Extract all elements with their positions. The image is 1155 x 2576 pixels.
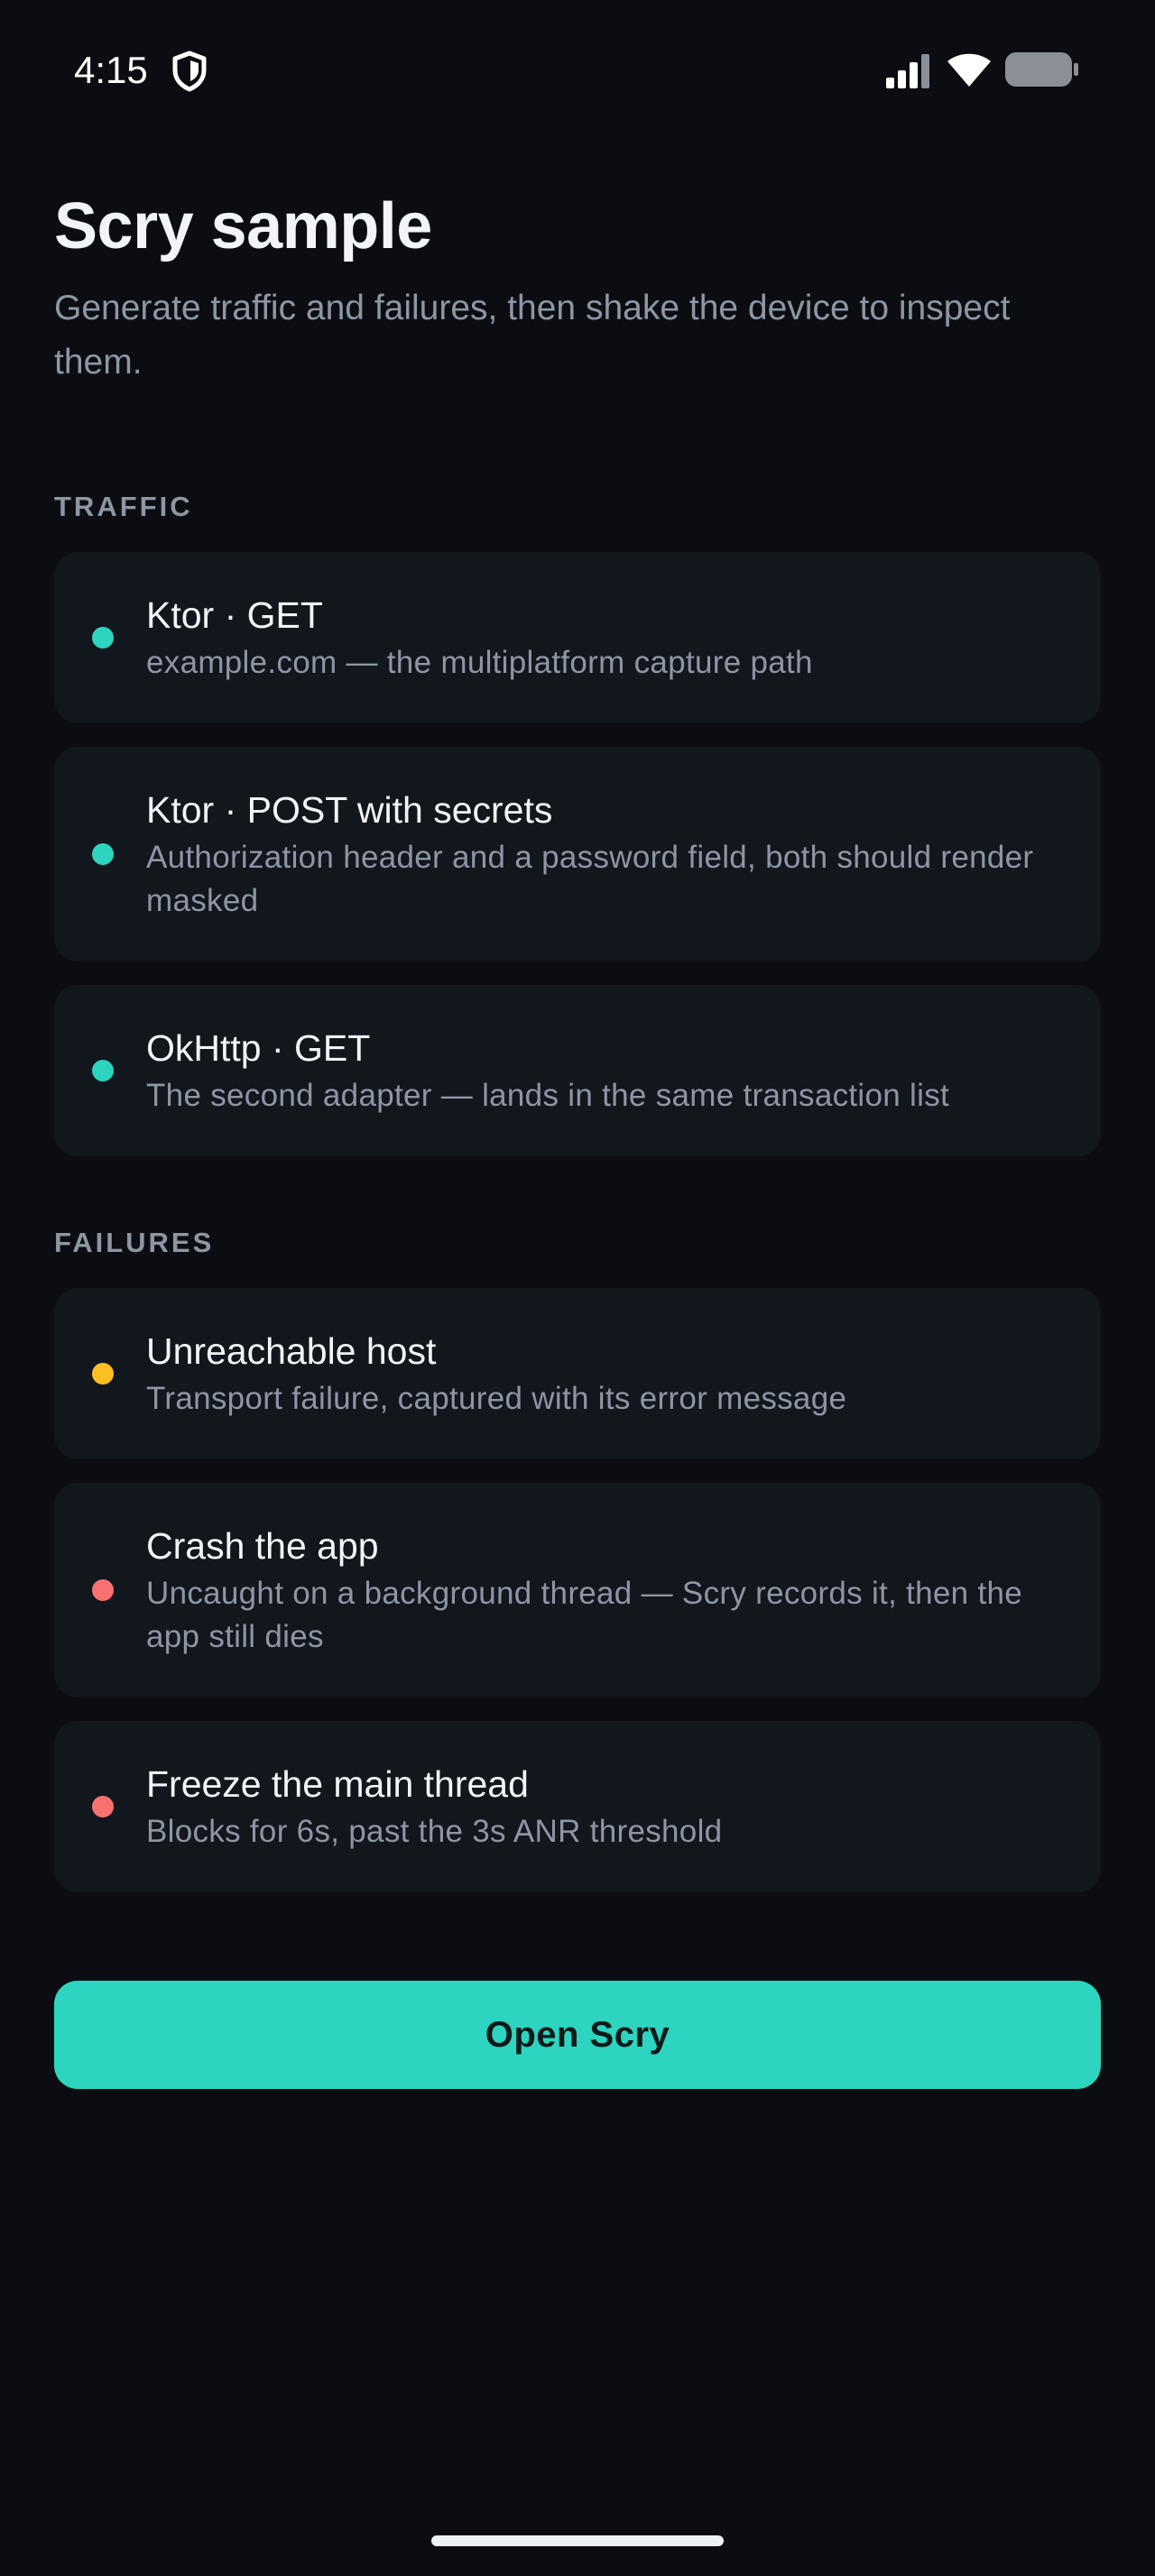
status-dot	[92, 627, 114, 649]
wifi-icon	[946, 51, 993, 88]
card-title: Freeze the main thread	[146, 1763, 529, 1805]
card-body: Freeze the main thread Blocks for 6s, pa…	[146, 1760, 1047, 1854]
card-body: Crash the app Uncaught on a background t…	[146, 1522, 1047, 1659]
card-title: Ktor · POST with secrets	[146, 789, 553, 831]
page-subtitle: Generate traffic and failures, then shak…	[54, 289, 1011, 382]
failure-crash-app-card[interactable]: Crash the app Uncaught on a background t…	[54, 1483, 1101, 1697]
card-description: example.com — the multiplatform capture …	[146, 645, 813, 680]
card-title: Crash the app	[146, 1525, 379, 1567]
card-body: Ktor · GET example.com — the multiplatfo…	[146, 591, 1047, 685]
status-dot	[92, 1363, 114, 1385]
status-dot	[92, 843, 114, 865]
card-description: Uncaught on a background thread — Scry r…	[146, 1576, 1023, 1654]
failure-freeze-main-thread-card[interactable]: Freeze the main thread Blocks for 6s, pa…	[54, 1721, 1101, 1892]
card-description: Transport failure, captured with its err…	[146, 1381, 847, 1416]
home-indicator[interactable]	[431, 2535, 724, 2546]
status-dot	[92, 1796, 114, 1817]
failure-unreachable-host-card[interactable]: Unreachable host Transport failure, capt…	[54, 1288, 1101, 1459]
page-title: Scry sample	[54, 190, 432, 262]
section-header-failures: FAILURES	[54, 1227, 215, 1258]
status-dot	[92, 1579, 114, 1601]
traffic-ktor-post-card[interactable]: Ktor · POST with secrets Authorization h…	[54, 747, 1101, 961]
card-body: OkHttp · GET The second adapter — lands …	[146, 1024, 1047, 1118]
status-dot	[92, 1060, 114, 1081]
open-scry-button[interactable]: Open Scry	[54, 1981, 1101, 2089]
traffic-okhttp-get-card[interactable]: OkHttp · GET The second adapter — lands …	[54, 985, 1101, 1156]
card-title: Ktor · GET	[146, 594, 323, 636]
battery-icon	[1005, 52, 1079, 87]
signal-icon	[884, 52, 933, 88]
card-title: Unreachable host	[146, 1330, 437, 1372]
traffic-ktor-get-card[interactable]: Ktor · GET example.com — the multiplatfo…	[54, 552, 1101, 723]
shield-icon	[171, 51, 208, 92]
card-body: Unreachable host Transport failure, capt…	[146, 1327, 1047, 1421]
section-header-traffic: TRAFFIC	[54, 491, 193, 522]
card-body: Ktor · POST with secrets Authorization h…	[146, 786, 1047, 923]
card-description: Blocks for 6s, past the 3s ANR threshold	[146, 1814, 723, 1849]
status-bar: 4:15	[0, 0, 1155, 141]
card-title: OkHttp · GET	[146, 1027, 371, 1069]
card-description: Authorization header and a password fiel…	[146, 840, 1034, 918]
card-description: The second adapter — lands in the same t…	[146, 1078, 950, 1113]
status-time: 4:15	[74, 49, 148, 91]
